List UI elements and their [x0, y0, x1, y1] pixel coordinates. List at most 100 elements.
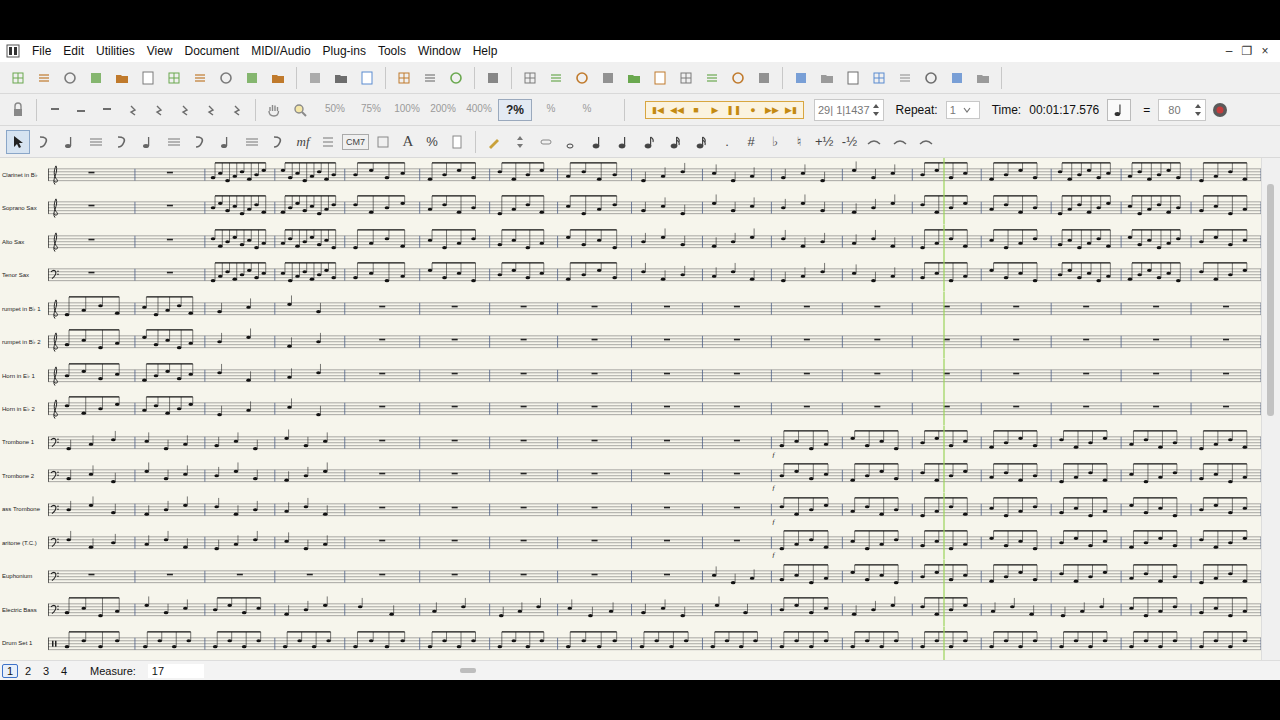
- horizontal-scrollbar[interactable]: [206, 661, 1278, 680]
- transport-button[interactable]: ❚❚: [725, 103, 743, 117]
- staff[interactable]: rumpet in B♭ 1: [0, 292, 1261, 325]
- menu-item[interactable]: MIDI/Audio: [245, 42, 316, 60]
- toolbar-button[interactable]: [329, 66, 353, 90]
- note-duration-button[interactable]: [664, 130, 688, 154]
- toolbar-button[interactable]: [32, 66, 56, 90]
- transport-button[interactable]: ◀◀: [668, 103, 686, 117]
- toolbar-button[interactable]: [188, 66, 212, 90]
- toolbar-button[interactable]: [303, 66, 327, 90]
- palette-tool-button[interactable]: [862, 130, 886, 154]
- staff[interactable]: ass Trombonef: [0, 493, 1261, 526]
- staff[interactable]: Tenor Sax: [0, 258, 1261, 291]
- staff[interactable]: Alto Sax: [0, 225, 1261, 258]
- palette-tool-button[interactable]: [136, 130, 160, 154]
- page-tab[interactable]: 3: [38, 664, 54, 678]
- transport-button[interactable]: ▮◀: [649, 103, 667, 117]
- zoom-button[interactable]: 100%: [390, 99, 424, 121]
- palette-tool-button[interactable]: [445, 130, 469, 154]
- tempo-field[interactable]: 80: [1158, 99, 1206, 121]
- note-duration-button[interactable]: [638, 130, 662, 154]
- toolbar-button[interactable]: [266, 66, 290, 90]
- page-tab[interactable]: 4: [56, 664, 72, 678]
- palette-tool-button[interactable]: [482, 130, 506, 154]
- menu-item[interactable]: View: [141, 42, 179, 60]
- staff[interactable]: Trombone 1f: [0, 426, 1261, 459]
- window-control[interactable]: ❐: [1238, 44, 1256, 58]
- rest-tool-button[interactable]: [173, 98, 197, 122]
- menu-item[interactable]: Help: [467, 42, 504, 60]
- window-control[interactable]: –: [1220, 44, 1238, 58]
- staff[interactable]: Clarinet in B♭: [0, 158, 1261, 191]
- vertical-scrollbar[interactable]: [1261, 158, 1280, 660]
- rest-tool-button[interactable]: [199, 98, 223, 122]
- toolbar-button[interactable]: [481, 66, 505, 90]
- staff[interactable]: Horn in E♭ 1: [0, 359, 1261, 392]
- tempo-note-button[interactable]: [1107, 99, 1131, 121]
- rest-tool-button[interactable]: [95, 98, 119, 122]
- toolbar-button[interactable]: [570, 66, 594, 90]
- lock-button[interactable]: [6, 98, 30, 122]
- rest-tool-button[interactable]: [147, 98, 171, 122]
- toolbar-button[interactable]: [674, 66, 698, 90]
- resize-tool-button[interactable]: %: [421, 130, 443, 154]
- menu-item[interactable]: Document: [179, 42, 246, 60]
- page-tab[interactable]: 2: [20, 664, 36, 678]
- note-modifier-button[interactable]: ♭: [764, 130, 786, 154]
- toolbar-button[interactable]: [648, 66, 672, 90]
- zoom-button[interactable]: %: [534, 99, 568, 121]
- menu-item[interactable]: Tools: [372, 42, 412, 60]
- note-modifier-button[interactable]: #: [740, 130, 762, 154]
- staff[interactable]: Drum Set 1: [0, 627, 1261, 660]
- text-tool-button[interactable]: A: [397, 130, 419, 154]
- zoom-button[interactable]: 200%: [426, 99, 460, 121]
- zoom-button[interactable]: 75%: [354, 99, 388, 121]
- palette-tool-button[interactable]: [58, 130, 82, 154]
- menu-item[interactable]: Utilities: [90, 42, 141, 60]
- toolbar-button[interactable]: [110, 66, 134, 90]
- chord-tool-button[interactable]: CM7: [342, 134, 369, 150]
- transport-button[interactable]: ▶▮: [782, 103, 800, 117]
- page-tab[interactable]: 1: [2, 664, 18, 678]
- rest-tool-button[interactable]: [121, 98, 145, 122]
- toolbar-button[interactable]: [841, 66, 865, 90]
- menu-item[interactable]: Window: [412, 42, 467, 60]
- measure-field[interactable]: 17: [148, 664, 204, 678]
- scrollbar-thumb[interactable]: [1267, 184, 1274, 416]
- transport-button[interactable]: ●: [744, 103, 762, 117]
- palette-tool-button[interactable]: [508, 130, 532, 154]
- toolbar-button[interactable]: [700, 66, 724, 90]
- note-modifier-button[interactable]: ♮: [788, 130, 810, 154]
- palette-tool-button[interactable]: [162, 130, 186, 154]
- toolbar-button[interactable]: [392, 66, 416, 90]
- zoom-button[interactable]: %: [570, 99, 604, 121]
- toolbar-button[interactable]: [945, 66, 969, 90]
- selection-tool-button[interactable]: [6, 130, 30, 154]
- score-view[interactable]: Clarinet in B♭Soprano SaxAlto SaxTenor S…: [0, 158, 1280, 660]
- zoom-button[interactable]: 400%: [462, 99, 496, 121]
- palette-tool-button[interactable]: [240, 130, 264, 154]
- toolbar-button[interactable]: [815, 66, 839, 90]
- toolbar-button[interactable]: [789, 66, 813, 90]
- palette-tool-button[interactable]: [32, 130, 56, 154]
- zoom-tool-button[interactable]: [288, 98, 312, 122]
- toolbar-button[interactable]: [6, 66, 30, 90]
- palette-tool-button[interactable]: [371, 130, 395, 154]
- staff[interactable]: Trombone 2f: [0, 459, 1261, 492]
- zoom-button[interactable]: 50%: [318, 99, 352, 121]
- spinner-icon[interactable]: [872, 102, 880, 118]
- note-duration-button[interactable]: [690, 130, 714, 154]
- menu-item[interactable]: Plug-ins: [317, 42, 372, 60]
- note-modifier-button[interactable]: -½: [838, 130, 860, 154]
- staff[interactable]: Soprano Sax: [0, 191, 1261, 224]
- note-modifier-button[interactable]: +½: [812, 130, 836, 154]
- toolbar-button[interactable]: [418, 66, 442, 90]
- note-modifier-button[interactable]: .: [716, 130, 738, 154]
- rest-tool-button[interactable]: [225, 98, 249, 122]
- toolbar-button[interactable]: [622, 66, 646, 90]
- rest-tool-button[interactable]: [43, 98, 67, 122]
- staff[interactable]: Euphonium: [0, 560, 1261, 593]
- note-duration-button[interactable]: [560, 130, 584, 154]
- staff[interactable]: Electric Bass: [0, 593, 1261, 626]
- hand-grabber-button[interactable]: [262, 98, 286, 122]
- zoom-button[interactable]: ?%: [498, 99, 532, 121]
